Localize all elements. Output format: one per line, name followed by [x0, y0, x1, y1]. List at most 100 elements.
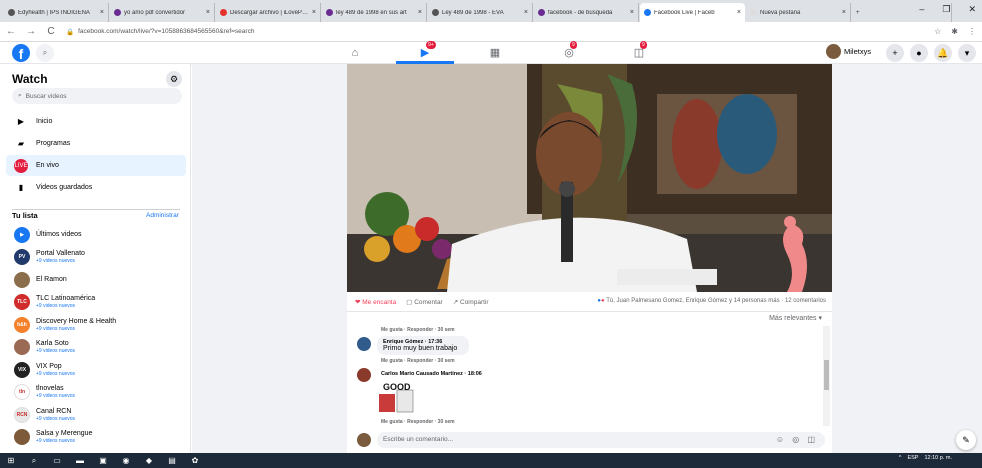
manage-link[interactable]: Administrar — [146, 212, 179, 219]
language-indicator[interactable]: ESP — [907, 455, 918, 461]
composer-icons[interactable]: ☺ ◎ ◫ — [776, 432, 818, 448]
gear-icon[interactable]: ⚙ — [166, 71, 182, 87]
groups-badge: 9 — [570, 41, 577, 49]
taskbar-app-icon[interactable]: ◉ — [121, 456, 131, 466]
back-button[interactable]: ← — [6, 26, 16, 37]
close-tab-icon[interactable]: × — [630, 9, 634, 16]
browser-tab[interactable]: Edyhealth | IPS INDIGENA × — [4, 3, 109, 22]
tray-expand-icon[interactable]: ^ — [899, 455, 902, 461]
new-message-button[interactable]: ✎ — [956, 430, 976, 450]
sidebar-item-icon: ▰ — [17, 139, 25, 148]
comment-label: Comentar — [414, 298, 443, 306]
menu-icon[interactable]: ⋮ — [968, 27, 976, 36]
scrollbar-thumb[interactable] — [824, 360, 829, 390]
account-menu-button[interactable]: ▾ — [958, 44, 976, 62]
search-videos-input[interactable]: ⌕ Buscar videos — [12, 88, 182, 104]
list-item-name: VIX Pop — [36, 362, 62, 370]
list-item[interactable]: tln tlnovelas +9 videos nuevos — [14, 382, 184, 403]
live-video-player[interactable] — [347, 64, 832, 292]
browser-tab[interactable]: ley 489 de 1998 en sus art × — [322, 3, 427, 22]
browser-tab[interactable]: yo amo pdf convertidor × — [110, 3, 215, 22]
browser-tab[interactable]: Nueva pestaña × — [746, 3, 851, 22]
comment-actions[interactable]: Me gusta · Responder · 30 sem — [381, 358, 455, 364]
sort-dropdown[interactable]: Más relevantes ▾ — [769, 314, 822, 322]
create-button[interactable]: + — [886, 44, 904, 62]
comment-actions[interactable]: Me gusta · Responder · 30 sem — [381, 327, 455, 333]
tab-title: Descargar archivo | iLovePDF — [230, 9, 309, 16]
share-button[interactable]: ↗ Compartir — [453, 298, 489, 306]
profile-link[interactable]: Miletxys — [826, 44, 871, 59]
taskbar-app-icon[interactable]: ⊞ — [6, 456, 16, 466]
search-icon[interactable]: ⌕ — [36, 44, 54, 62]
taskbar-app-icon[interactable]: ▤ — [167, 456, 177, 466]
close-window-button[interactable]: ✕ — [968, 4, 976, 15]
comment-input[interactable]: Escribe un comentario... — [377, 432, 825, 448]
list-item[interactable]: El Ramon — [14, 269, 184, 290]
sidebar-item-programas[interactable]: ▰ Programas — [6, 133, 186, 154]
comment-button[interactable]: ▢ Comentar — [406, 298, 443, 306]
taskbar-app-icon[interactable]: ▬ — [75, 456, 85, 466]
your-list-heading: Tu lista — [12, 211, 38, 220]
list-item[interactable]: Salsa y Merengue +9 videos nuevos — [14, 427, 184, 448]
system-tray: ^ ESP 12:10 p. m. — [899, 455, 952, 461]
close-tab-icon[interactable]: × — [737, 9, 741, 16]
close-tab-icon[interactable]: × — [206, 9, 210, 16]
close-tab-icon[interactable]: × — [312, 9, 316, 16]
taskbar-app-icon[interactable]: ◆ — [144, 456, 154, 466]
clock[interactable]: 12:10 p. m. — [924, 455, 952, 461]
browser-tab[interactable]: facebook - de búsqueda × — [534, 3, 639, 22]
url-field[interactable]: 🔒 facebook.com/watch/live/?v=10588636845… — [66, 28, 924, 36]
extensions-icon[interactable]: ✱ — [951, 27, 958, 36]
sidebar-item-inicio[interactable]: ▶ Inicio — [6, 111, 186, 132]
gaming-icon[interactable]: ◫ 9 — [628, 41, 650, 62]
reload-button[interactable]: C — [46, 26, 56, 37]
list-item[interactable]: RCN Canal RCN +9 videos nuevos — [14, 404, 184, 425]
browser-tab[interactable]: Ley 489 de 1998 - EVA × — [428, 3, 533, 22]
comment-actions[interactable]: Me gusta · Responder · 30 sem — [381, 419, 455, 425]
avatar[interactable] — [357, 337, 371, 351]
close-tab-icon[interactable]: × — [418, 9, 422, 16]
browser-tab-bar: Edyhealth | IPS INDIGENA × yo amo pdf conv… — [0, 0, 982, 22]
sidebar-item-videos-guardados[interactable]: ▮ Videos guardados — [6, 177, 186, 198]
list-item-sub: +9 videos nuevos — [36, 415, 76, 422]
facebook-logo[interactable]: f — [12, 44, 30, 62]
list-item[interactable]: ▶ Últimos videos — [14, 224, 184, 245]
reactions-summary[interactable]: ●● Tú, Juan Palmesano Gomez, Enrique Góm… — [597, 298, 826, 304]
avatar: RCN — [14, 406, 30, 423]
browser-tab[interactable]: Facebook Live | Faceb × — [640, 3, 745, 22]
notifications-button[interactable]: 🔔 — [934, 44, 952, 62]
maximize-button[interactable]: ❐ — [942, 4, 950, 15]
browser-tab[interactable]: Descargar archivo | iLovePDF × — [216, 3, 321, 22]
taskbar-app-icon[interactable]: ✿ — [190, 456, 200, 466]
list-item[interactable]: h&h Discovery Home & Health +9 videos nuev… — [14, 314, 184, 335]
sidebar-item-icon: ▶ — [17, 117, 25, 126]
list-item[interactable]: PV Portal Vallenato +9 videos nuevos — [14, 247, 184, 268]
list-item[interactable]: TLC TLC Latinoamérica +9 videos nuevos — [14, 292, 184, 313]
list-item-sub: +9 videos nuevos — [36, 348, 76, 354]
love-button[interactable]: ❤ Me encanta — [355, 298, 396, 306]
tab-title: Edyhealth | IPS INDIGENA — [18, 9, 90, 16]
taskbar-app-icon[interactable]: ▭ — [52, 456, 62, 466]
star-icon[interactable]: ☆ — [934, 27, 941, 36]
close-tab-icon[interactable]: × — [100, 9, 104, 16]
avatar[interactable] — [357, 368, 371, 382]
home-icon[interactable]: ⌂ — [344, 44, 366, 62]
windows-taskbar: ⊞ ⌕ ▭ ▬ ▣ ◉ ◆ ▤ ✿ — [0, 453, 982, 468]
groups-icon[interactable]: ◎ 9 — [558, 41, 580, 62]
list-item[interactable]: VIX VIX Pop +9 videos nuevos — [14, 359, 184, 380]
list-item[interactable]: Karla Soto +9 videos nuevos — [14, 337, 184, 358]
address-bar: ← → C 🔒 facebook.com/watch/live/?v=10588… — [0, 22, 982, 42]
avatar: PV — [14, 249, 30, 265]
close-tab-icon[interactable]: × — [524, 9, 528, 16]
messenger-button[interactable]: ● — [910, 44, 928, 62]
forward-button[interactable]: → — [26, 26, 36, 37]
minimize-button[interactable]: – — [919, 4, 924, 15]
taskbar-app-icon[interactable]: ⌕ — [29, 456, 39, 466]
comment-author[interactable]: Carlos Mario Causado Martinez · 18:06 — [381, 371, 482, 377]
taskbar-app-icon[interactable]: ▣ — [98, 456, 108, 466]
comments-scrollbar[interactable] — [823, 326, 830, 426]
marketplace-icon[interactable]: ▦ — [484, 44, 506, 62]
close-tab-icon[interactable]: × — [842, 9, 846, 16]
watch-icon[interactable]: ▶ 9+ — [414, 41, 436, 62]
sidebar-item-en-vivo[interactable]: LIVE En vivo — [6, 155, 186, 176]
